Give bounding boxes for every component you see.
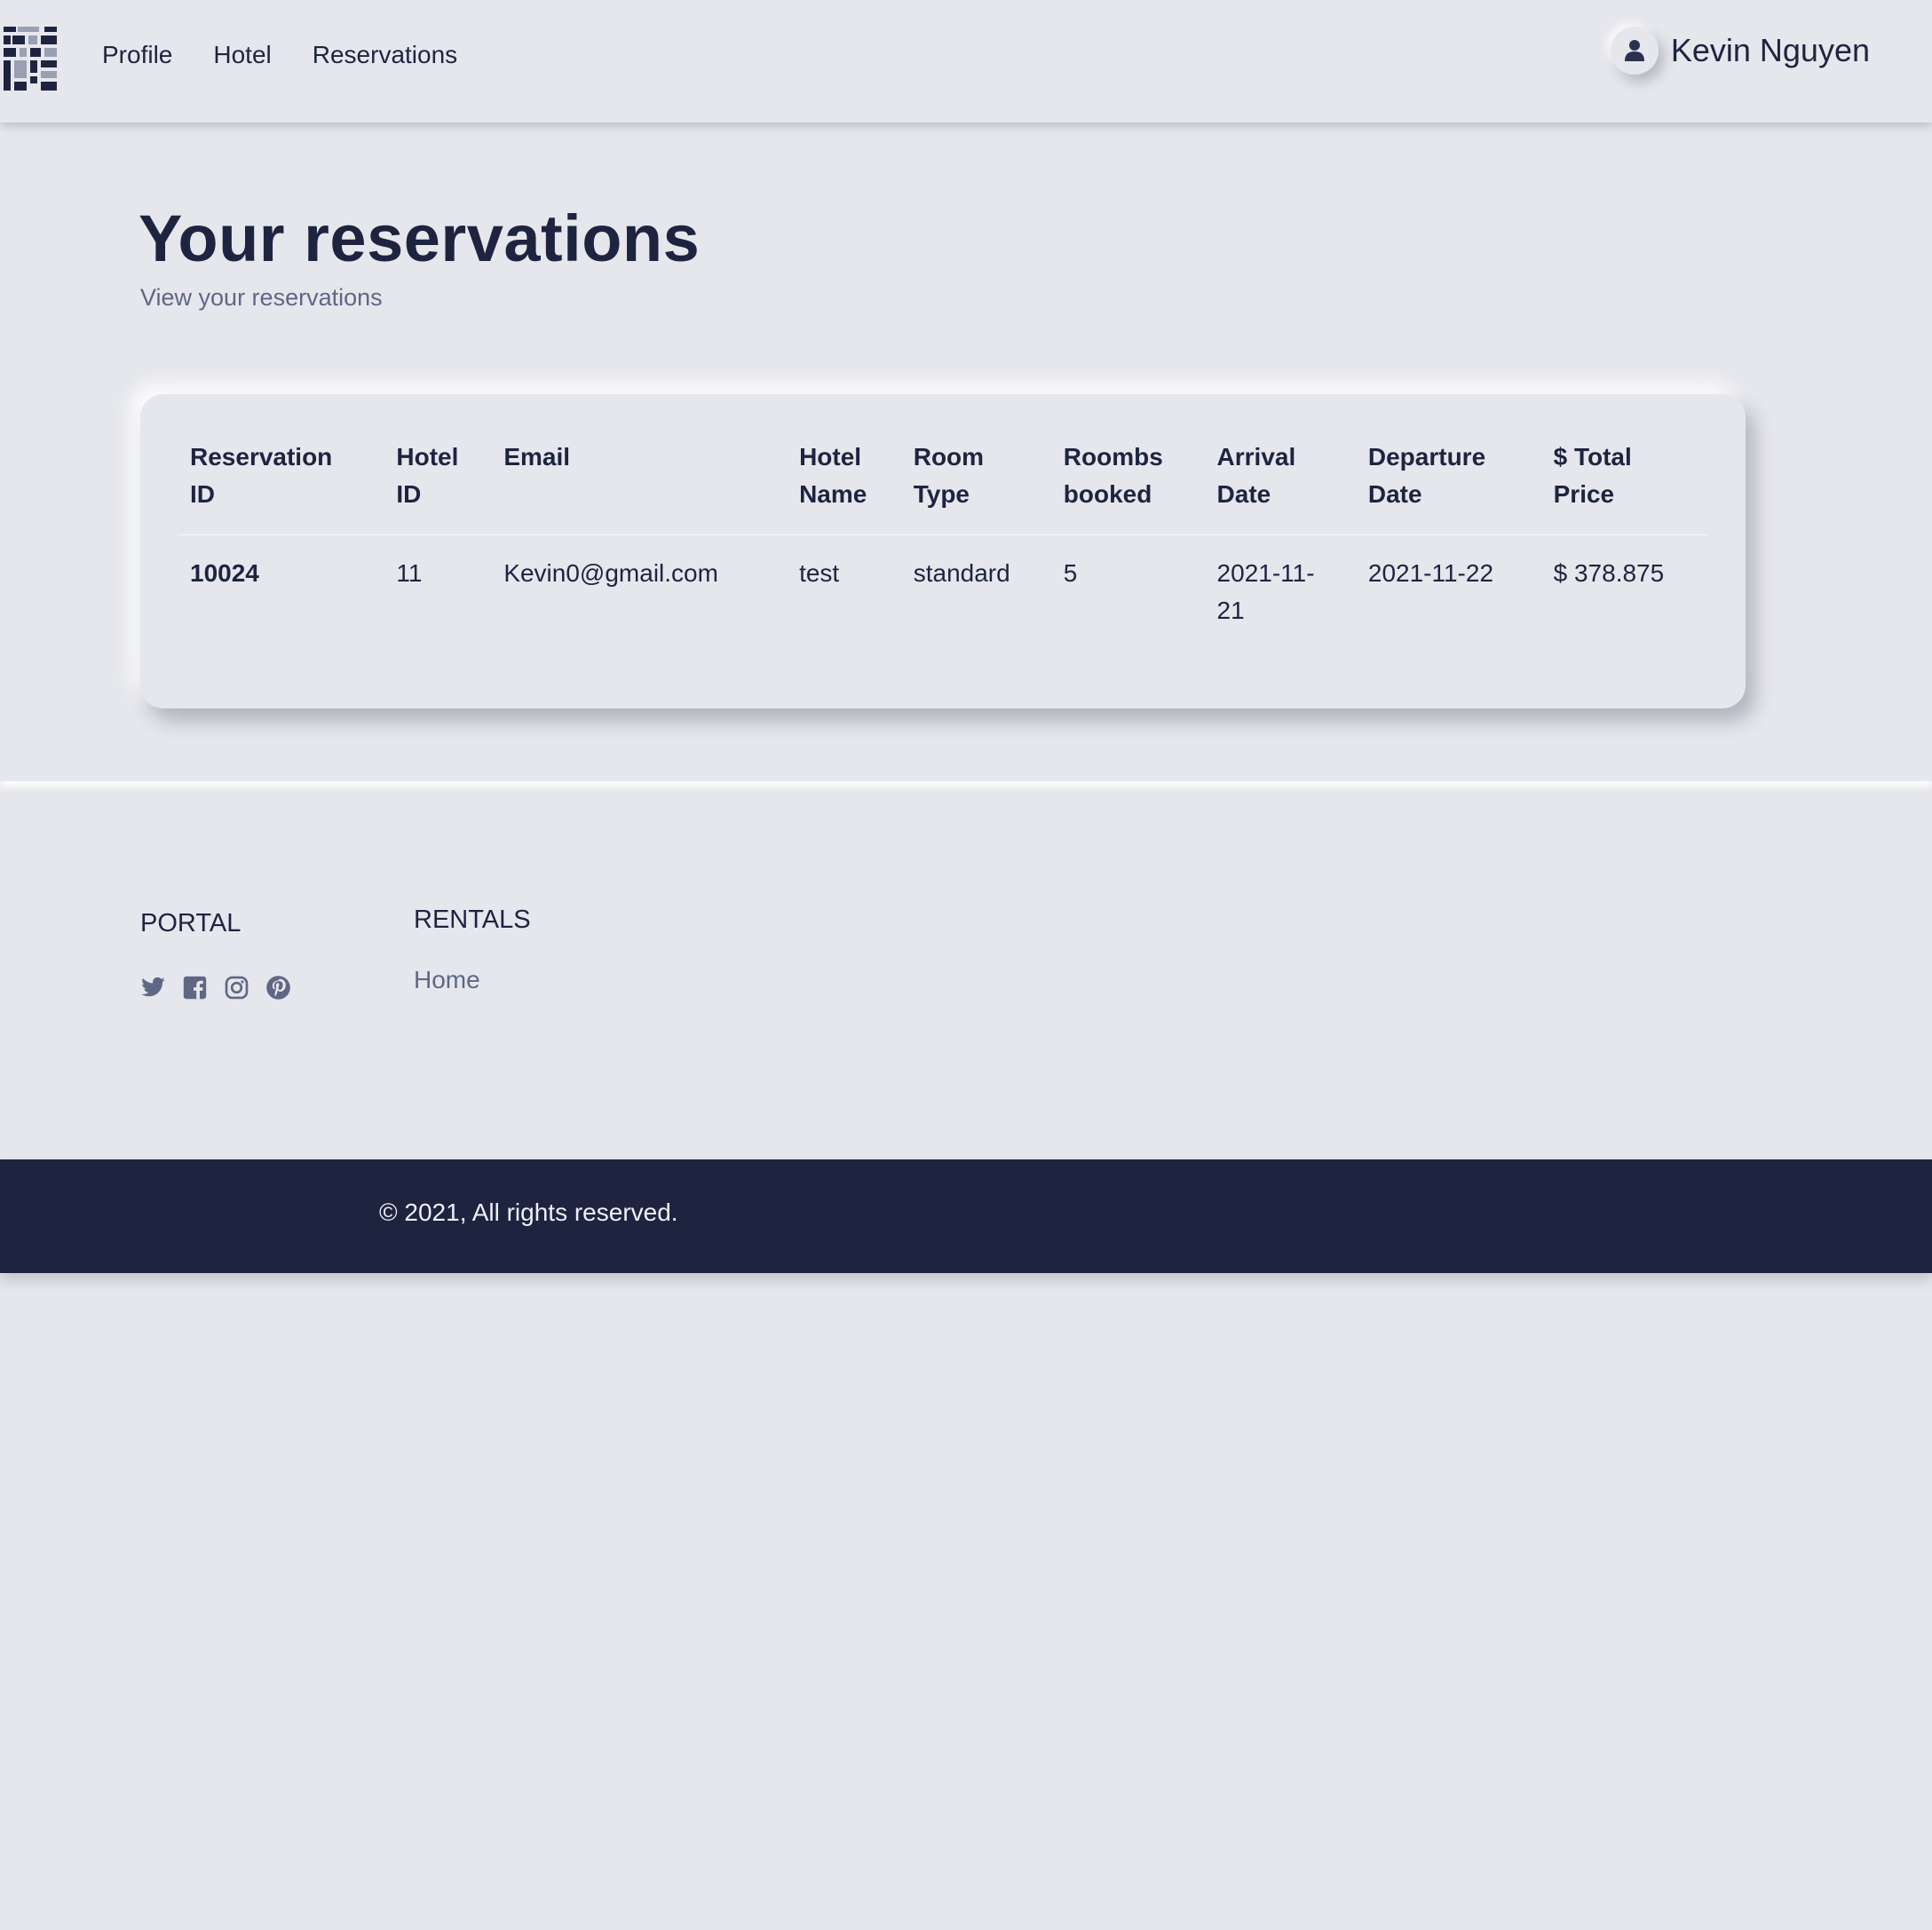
table-header-row: Reservation ID Hotel ID Email Hotel Name Ro… bbox=[178, 439, 1708, 535]
copyright-text: © 2021, All rights reserved. bbox=[379, 1198, 678, 1226]
social-links bbox=[140, 975, 291, 1001]
cell-hotel-id: 11 bbox=[396, 559, 423, 587]
nav-profile[interactable]: Profile bbox=[102, 41, 172, 69]
col-arrival-date: Arrival Date bbox=[1204, 439, 1356, 535]
copyright-bar: © 2021, All rights reserved. bbox=[0, 1159, 1932, 1273]
cell-reservation-id: 10024 bbox=[190, 559, 259, 587]
pinterest-icon[interactable] bbox=[265, 975, 291, 1001]
cell-total-price: $ 378.875 bbox=[1553, 559, 1665, 587]
col-rooms-booked: Roombs booked bbox=[1050, 439, 1205, 535]
nav-hotel[interactable]: Hotel bbox=[213, 41, 271, 69]
footer-home-link[interactable]: Home bbox=[414, 966, 480, 994]
cell-room-type: standard bbox=[913, 559, 1010, 587]
reservations-card: Reservation ID Hotel ID Email Hotel Name Ro… bbox=[140, 394, 1746, 708]
col-total-price: $ Total Price bbox=[1540, 439, 1708, 535]
page-title: Your reservations bbox=[139, 202, 701, 275]
nav-reservations[interactable]: Reservations bbox=[313, 41, 457, 69]
cell-rooms-booked: 5 bbox=[1063, 559, 1078, 587]
col-email: Email bbox=[491, 439, 788, 535]
footer-rentals-title: RENTALS bbox=[414, 906, 531, 934]
instagram-icon[interactable] bbox=[224, 975, 249, 1001]
footer-portal-title: PORTAL bbox=[140, 909, 242, 937]
user-name: Kevin Nguyen bbox=[1670, 32, 1870, 68]
facebook-icon[interactable] bbox=[182, 975, 208, 1001]
col-room-type: Room Type bbox=[900, 439, 1051, 535]
cell-arrival-date: 2021-11- 21 bbox=[1216, 559, 1315, 624]
page-subtitle: View your reservations bbox=[140, 284, 383, 311]
main-content: Your reservations View your reservations… bbox=[0, 123, 1932, 781]
top-navbar: Profile Hotel Reservations Kevin Nguyen bbox=[0, 0, 1932, 123]
col-hotel-id: Hotel ID bbox=[384, 439, 492, 535]
user-icon bbox=[1624, 40, 1644, 61]
col-reservation-id: Reservation ID bbox=[178, 439, 384, 535]
cell-hotel-name: test bbox=[799, 559, 840, 587]
col-hotel-name: Hotel Name bbox=[787, 439, 901, 535]
cell-email: Kevin0@gmail.com bbox=[503, 559, 718, 587]
cell-departure-date: 2021-11-22 bbox=[1367, 559, 1494, 587]
twitter-icon[interactable] bbox=[140, 975, 166, 1001]
table-row: 10024 11 Kevin0@gmail.com test standard … bbox=[178, 535, 1708, 630]
main-nav: Profile Hotel Reservations bbox=[102, 41, 457, 69]
col-departure-date: Departure Date bbox=[1355, 439, 1541, 535]
reservations-table: Reservation ID Hotel ID Email Hotel Name Ro… bbox=[178, 439, 1708, 629]
footer-links: PORTAL RENTALS Home bbox=[0, 781, 1932, 1159]
user-menu[interactable]: Kevin Nguyen bbox=[1610, 27, 1870, 75]
user-avatar[interactable] bbox=[1610, 27, 1659, 75]
brand-logo-icon[interactable] bbox=[2, 25, 59, 92]
